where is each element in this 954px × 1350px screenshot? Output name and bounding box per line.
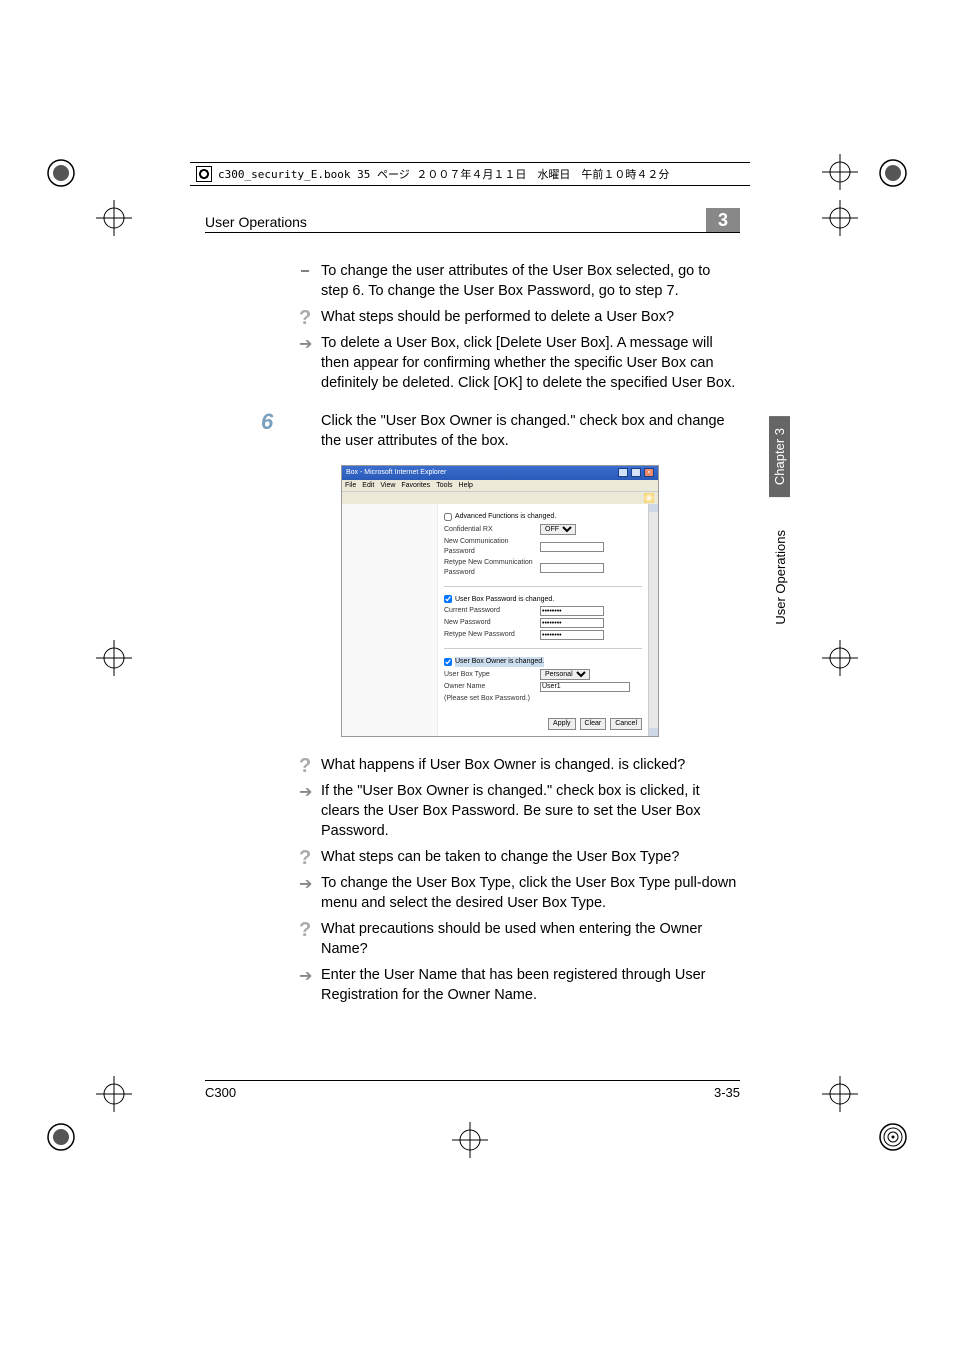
window-buttons: _ □ ×	[617, 468, 654, 478]
answer-item: ➔ To delete a User Box, click [Delete Us…	[205, 333, 740, 393]
page-footer: C300 3-35	[205, 1080, 740, 1100]
box-password-changed-label: User Box Password is changed.	[455, 595, 554, 605]
user-box-type-label: User Box Type	[444, 670, 540, 680]
question-icon: ?	[299, 305, 315, 333]
running-header-text: c300_security_E.book 35 ページ ２００７年４月１１日 水…	[218, 166, 669, 182]
reg-dot-icon	[46, 1122, 76, 1152]
cancel-button[interactable]: Cancel	[610, 718, 642, 730]
page-header: User Operations 3	[205, 208, 740, 233]
crop-mark-icon	[452, 1122, 488, 1158]
arrow-icon: ➔	[299, 782, 315, 804]
arrow-icon: ➔	[299, 966, 315, 988]
question-item: ? What happens if User Box Owner is chan…	[205, 755, 740, 775]
running-header: c300_security_E.book 35 ページ ２００７年４月１１日 水…	[190, 162, 750, 186]
retype-new-password-input[interactable]	[540, 630, 604, 640]
user-box-type-select[interactable]: Personal	[540, 669, 590, 680]
side-section-tab: User Operations	[771, 522, 790, 633]
owner-name-label: Owner Name	[444, 682, 540, 692]
menu-tools[interactable]: Tools	[436, 481, 452, 491]
new-comm-password-label: New Communication Password	[444, 537, 540, 556]
reg-dot-icon	[878, 158, 908, 188]
question-item: ? What steps should be performed to dele…	[205, 307, 740, 327]
side-chapter-tab: Chapter 3	[769, 416, 790, 497]
retype-comm-password-label: Retype New Communication Password	[444, 558, 540, 577]
apply-button[interactable]: Apply	[548, 718, 576, 730]
arrow-icon: ➔	[299, 874, 315, 896]
retype-new-password-label: Retype New Password	[444, 630, 540, 640]
question-item: ? What precautions should be used when e…	[205, 919, 740, 959]
arrow-icon: ➔	[299, 334, 315, 356]
box-owner-checkbox[interactable]	[444, 658, 452, 666]
box-password-checkbox[interactable]	[444, 595, 452, 603]
new-comm-password-input[interactable]	[540, 542, 604, 552]
new-password-label: New Password	[444, 618, 540, 628]
step-item: 6 Click the "User Box Owner is changed."…	[205, 411, 740, 451]
question-icon: ?	[299, 845, 315, 873]
answer-item: ➔ To change the User Box Type, click the…	[205, 873, 740, 913]
step-text: Click the "User Box Owner is changed." c…	[321, 413, 725, 449]
left-pane	[342, 504, 438, 735]
current-password-input[interactable]	[540, 606, 604, 616]
footer-left: C300	[205, 1085, 236, 1100]
crop-mark-icon	[822, 640, 858, 676]
menubar: File Edit View Favorites Tools Help	[342, 480, 658, 493]
page-area: User Operations 3 To change the user att…	[205, 208, 740, 1011]
crop-mark-icon	[96, 640, 132, 676]
question-text: What steps should be performed to delete…	[321, 309, 674, 325]
crop-mark-icon	[822, 200, 858, 236]
scrollbar[interactable]	[648, 504, 658, 735]
question-item: ? What steps can be taken to change the …	[205, 847, 740, 867]
menu-favorites[interactable]: Favorites	[401, 481, 430, 491]
question-text: What precautions should be used when ent…	[321, 921, 702, 957]
question-icon: ?	[299, 753, 315, 781]
form-pane: Advanced Functions is changed. Confident…	[438, 504, 648, 735]
retype-comm-password-input[interactable]	[540, 563, 604, 573]
reg-dot-icon	[878, 1122, 908, 1152]
chapter-number: 3	[706, 208, 740, 232]
menu-help[interactable]: Help	[459, 481, 473, 491]
crop-mark-icon	[822, 1076, 858, 1112]
confidential-rx-label: Confidential RX	[444, 525, 540, 535]
close-icon[interactable]: ×	[644, 468, 654, 477]
menu-view[interactable]: View	[380, 481, 395, 491]
window-title: Box - Microsoft Internet Explorer	[346, 468, 446, 478]
advanced-functions-label: Advanced Functions is changed.	[455, 512, 556, 522]
answer-text: To change the User Box Type, click the U…	[321, 875, 736, 911]
owner-name-input[interactable]	[540, 682, 630, 692]
window-titlebar: Box - Microsoft Internet Explorer _ □ ×	[342, 466, 658, 480]
clear-button[interactable]: Clear	[580, 718, 607, 730]
maximize-icon[interactable]: □	[631, 468, 641, 477]
current-password-label: Current Password	[444, 606, 540, 616]
minimize-icon[interactable]: _	[618, 468, 628, 477]
box-owner-changed-label: User Box Owner is changed.	[455, 657, 544, 667]
answer-text: If the "User Box Owner is changed." chec…	[321, 783, 701, 839]
answer-item: ➔ Enter the User Name that has been regi…	[205, 965, 740, 1005]
question-text: What happens if User Box Owner is change…	[321, 757, 685, 773]
confidential-rx-select[interactable]: OFF	[540, 524, 576, 535]
step-number: 6	[261, 407, 273, 437]
crop-mark-icon	[822, 154, 858, 190]
reg-dot-icon	[46, 158, 76, 188]
menu-file[interactable]: File	[345, 481, 356, 491]
crop-mark-icon	[96, 200, 132, 236]
embedded-screenshot: Box - Microsoft Internet Explorer _ □ × …	[341, 465, 659, 737]
ie-logo-icon	[644, 493, 654, 503]
advanced-functions-checkbox[interactable]	[444, 513, 452, 521]
toolbar	[342, 492, 658, 504]
body-text: To change the user attributes of the Use…	[205, 261, 740, 301]
answer-text: To delete a User Box, click [Delete User…	[321, 335, 735, 391]
answer-item: ➔ If the "User Box Owner is changed." ch…	[205, 781, 740, 841]
set-box-password-note: (Please set Box Password.)	[444, 694, 540, 704]
question-text: What steps can be taken to change the Us…	[321, 849, 679, 865]
footer-right: 3-35	[714, 1085, 740, 1100]
menu-edit[interactable]: Edit	[362, 481, 374, 491]
page-title: User Operations	[205, 214, 307, 230]
answer-text: Enter the User Name that has been regist…	[321, 967, 705, 1003]
crop-mark-icon	[96, 1076, 132, 1112]
question-icon: ?	[299, 917, 315, 945]
new-password-input[interactable]	[540, 618, 604, 628]
